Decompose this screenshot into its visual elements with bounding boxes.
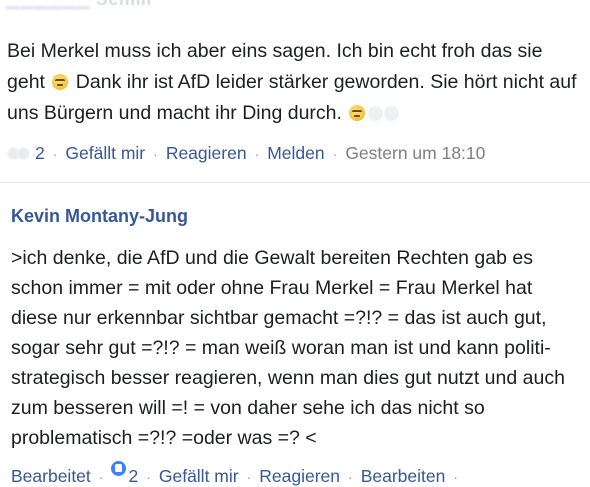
comment-divider xyxy=(0,182,590,183)
separator: · xyxy=(332,145,338,162)
separator: · xyxy=(348,468,353,485)
like-button[interactable]: Gefällt mir xyxy=(65,143,145,164)
report-button[interactable]: Melden xyxy=(267,143,324,164)
comment-text: >ich denke, die AfD und die Gewalt berei… xyxy=(11,247,565,449)
separator: · xyxy=(153,145,158,162)
like-reaction-icon[interactable] xyxy=(111,461,127,476)
unamused-face-icon xyxy=(52,74,69,90)
reaction-count[interactable]: 2 xyxy=(128,466,138,487)
timestamp[interactable]: Gestern um 18:10 xyxy=(345,143,485,164)
comment-text: Bei Merkel muss ich aber eins sagen. Ich… xyxy=(7,40,577,124)
comment-author-name[interactable]: Kevin Montany-Jung xyxy=(11,206,188,227)
like-button[interactable]: Gefällt mir xyxy=(159,466,239,487)
reaction-icons[interactable] xyxy=(7,147,30,160)
separator: · xyxy=(52,145,58,162)
separator: · xyxy=(98,468,104,485)
separator: · xyxy=(146,468,151,485)
separator: · xyxy=(246,468,252,485)
comment-actions: 2 · Gefällt mir · Reagieren · Melden · G… xyxy=(7,143,485,164)
reaction-count[interactable]: 2 xyxy=(35,143,45,164)
comment-actions: Bearbeitet · 2 · Gefällt mir · Reagieren… xyxy=(11,461,466,487)
unamused-face-icon xyxy=(349,105,366,121)
separator: · xyxy=(254,145,260,162)
comment-1: ▁▁▁▁▁▁ Schmi Bei Merkel muss ich aber ei… xyxy=(0,0,590,182)
react-button[interactable]: Reagieren xyxy=(259,466,340,487)
react-button[interactable]: Reagieren xyxy=(166,143,247,164)
separator: · xyxy=(453,468,459,485)
edit-button[interactable]: Bearbeiten xyxy=(361,466,446,487)
faded-emoji-icon xyxy=(368,106,384,121)
edited-label[interactable]: Bearbeitet xyxy=(11,466,91,487)
faded-emoji-icon xyxy=(384,106,400,121)
comment-author-name-partial[interactable]: ▁▁▁▁▁▁ Schmi xyxy=(6,0,152,10)
